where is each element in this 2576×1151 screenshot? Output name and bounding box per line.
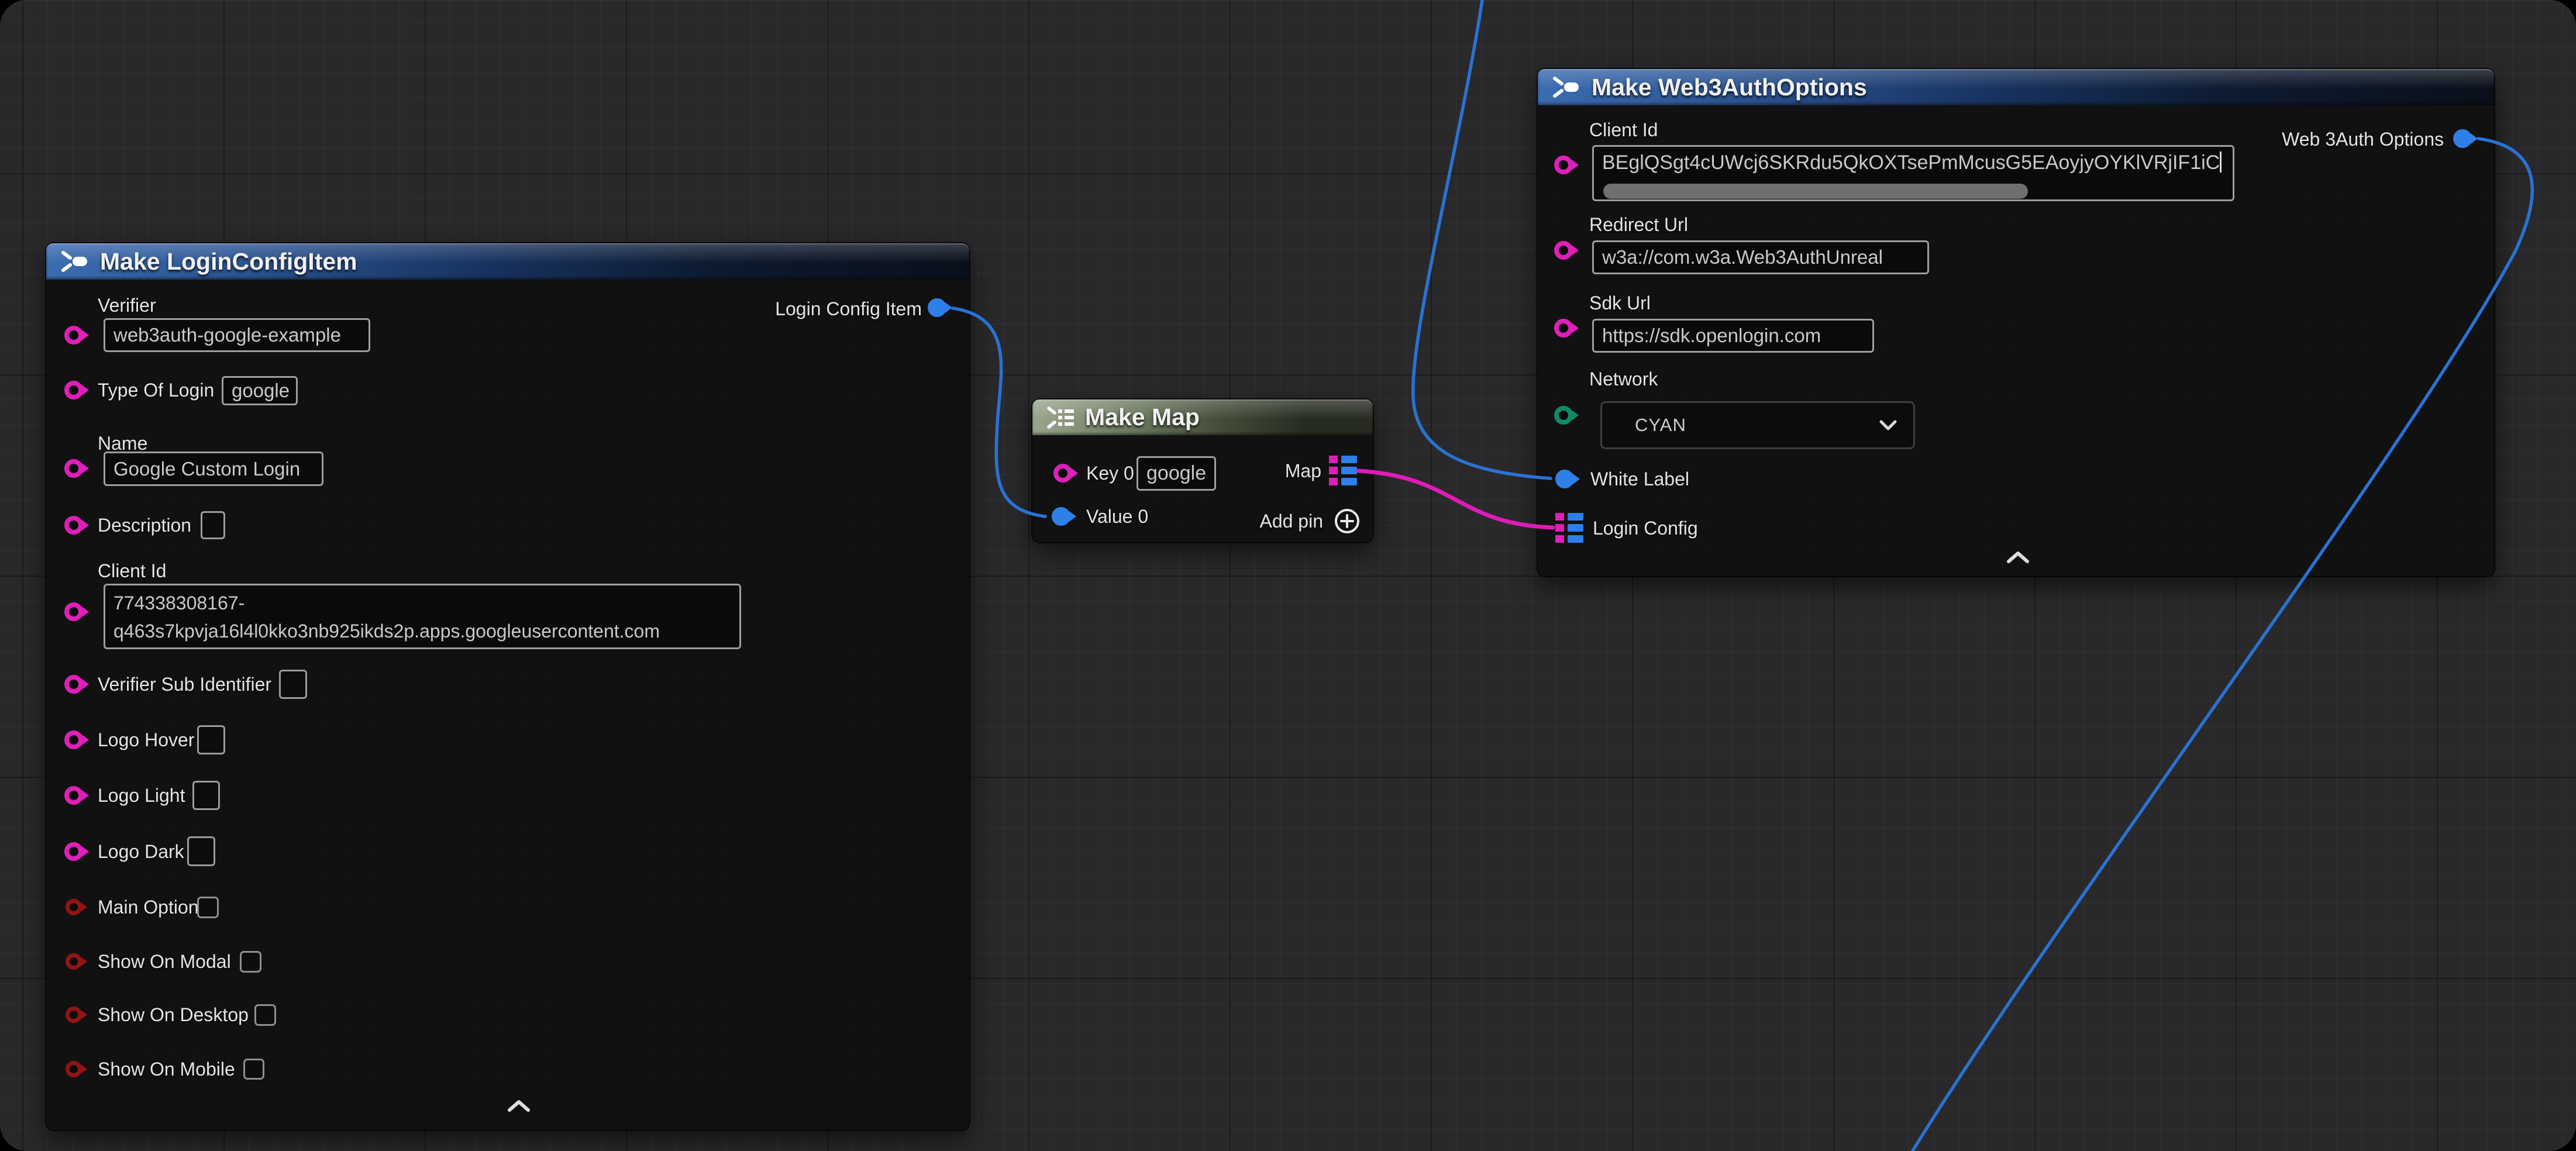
logo-light-input[interactable]	[192, 781, 220, 810]
input-pin-white-label[interactable]	[1555, 470, 1574, 488]
pin-label-client-id: Client Id	[1589, 118, 1658, 142]
node-make-web3auth-options[interactable]: Make Web3AuthOptions Web 3Auth Options C…	[1538, 69, 2494, 576]
blueprint-graph-canvas[interactable]: Make LoginConfigItem Login Config Item V…	[0, 0, 2576, 1151]
pin-label-key0: Key 0	[1086, 461, 1134, 485]
show-on-desktop-checkbox[interactable]	[254, 1004, 276, 1026]
input-pin-verifier-sub-identifier[interactable]	[64, 675, 83, 694]
pin-label-show-on-mobile: Show On Mobile	[98, 1057, 235, 1081]
client-id-line1: 774338308167-	[113, 589, 731, 617]
pin-label-logo-dark: Logo Dark	[98, 840, 184, 863]
pin-label-login-config-item: Login Config Item	[775, 297, 922, 321]
wire-offscreen-to-white-label[interactable]	[1413, 0, 1551, 478]
input-pin-client-id[interactable]	[1554, 156, 1573, 174]
node-make-login-config-item[interactable]: Make LoginConfigItem Login Config Item V…	[46, 243, 969, 1130]
input-pin-name[interactable]	[64, 459, 83, 478]
node-title: Make Web3AuthOptions	[1592, 74, 1867, 101]
pin-label-value0: Value 0	[1086, 505, 1148, 528]
input-pin-client-id[interactable]	[64, 602, 83, 621]
pin-label-login-config: Login Config	[1593, 516, 1698, 540]
input-pin-key0[interactable]	[1053, 464, 1072, 483]
pin-label-web3auth-options: Web 3Auth Options	[2282, 127, 2444, 151]
main-option-checkbox[interactable]	[197, 897, 219, 918]
input-pin-network[interactable]	[1554, 406, 1573, 425]
network-selected-value: CYAN	[1635, 415, 1686, 436]
network-dropdown[interactable]: CYAN	[1600, 401, 1915, 449]
pin-label-client-id: Client Id	[98, 559, 166, 583]
text-caret	[2220, 151, 2222, 173]
input-pin-show-on-desktop[interactable]	[66, 1007, 82, 1023]
pin-label-description: Description	[98, 514, 191, 537]
show-on-modal-checkbox[interactable]	[240, 951, 261, 973]
output-pin-login-config-item[interactable]	[928, 298, 946, 317]
description-input[interactable]	[201, 511, 225, 539]
add-pin-label[interactable]: Add pin	[1259, 509, 1323, 533]
wire-map-to-login-config[interactable]	[1358, 471, 1553, 528]
node-title: Make LoginConfigItem	[100, 248, 357, 275]
pin-label-network: Network	[1589, 367, 1658, 391]
node-make-map[interactable]: Make Map Key 0 google Map Value 0 Add pi…	[1032, 399, 1373, 542]
input-pin-redirect-url[interactable]	[1554, 241, 1573, 260]
pin-label-verifier: Verifier	[98, 294, 156, 317]
input-pin-show-on-mobile[interactable]	[66, 1061, 82, 1077]
client-id-line2: q463s7kpvja16l4l0kko3nb925ikds2p.apps.go…	[113, 617, 731, 645]
pin-label-white-label: White Label	[1590, 467, 1689, 491]
show-on-mobile-checkbox[interactable]	[243, 1059, 264, 1080]
logo-dark-input[interactable]	[187, 836, 215, 866]
verifier-input[interactable]: web3auth-google-example	[104, 318, 370, 352]
input-pin-sdk-url[interactable]	[1554, 319, 1573, 337]
pin-label-show-on-modal: Show On Modal	[98, 950, 231, 973]
pin-label-logo-hover: Logo Hover	[98, 728, 194, 752]
input-pin-logo-light[interactable]	[64, 786, 83, 805]
pin-label-show-on-desktop: Show On Desktop	[98, 1003, 249, 1026]
dropdown-chevron-icon	[1878, 419, 1898, 432]
pin-label-logo-light: Logo Light	[98, 784, 185, 807]
make-struct-icon	[59, 249, 88, 274]
client-id-scrollbar[interactable]	[1603, 184, 2028, 199]
node-title: Make Map	[1085, 404, 1200, 431]
input-pin-logo-dark[interactable]	[64, 842, 83, 861]
pin-label-type-of-login: Type Of Login	[98, 378, 214, 402]
client-id-value: BEglQSgt4cUWcj6SKRdu5QkOXTsePmMcusG5EAoy…	[1602, 151, 2220, 174]
output-pin-web3auth-options[interactable]	[2453, 129, 2472, 148]
key0-input[interactable]: google	[1137, 456, 1216, 491]
pin-label-main-option: Main Option	[98, 895, 199, 919]
pin-label-verifier-sub-identifier: Verifier Sub Identifier	[98, 673, 271, 696]
input-pin-login-config[interactable]	[1555, 513, 1583, 543]
input-pin-show-on-modal[interactable]	[66, 953, 82, 970]
input-pin-main-option[interactable]	[66, 899, 82, 915]
client-id-input[interactable]: 774338308167- q463s7kpvja16l4l0kko3nb925…	[104, 584, 741, 649]
sdk-url-input[interactable]: https://sdk.openlogin.com	[1592, 319, 1874, 353]
logo-hover-input[interactable]	[197, 725, 225, 754]
node-header-make-map[interactable]: Make Map	[1032, 399, 1373, 435]
add-pin-icon[interactable]	[1334, 508, 1361, 535]
pin-label-redirect-url: Redirect Url	[1589, 213, 1688, 236]
node-header-make-web3auth-options[interactable]: Make Web3AuthOptions	[1538, 69, 2494, 105]
output-pin-map[interactable]	[1329, 456, 1357, 485]
input-pin-description[interactable]	[64, 516, 83, 535]
pin-label-sdk-url: Sdk Url	[1589, 291, 1651, 315]
node-header-make-login-config-item[interactable]: Make LoginConfigItem	[46, 243, 969, 280]
collapse-chevron-icon[interactable]	[506, 1098, 532, 1114]
input-pin-logo-hover[interactable]	[64, 730, 83, 749]
make-map-icon	[1045, 405, 1076, 430]
input-pin-verifier[interactable]	[64, 326, 83, 344]
input-pin-type-of-login[interactable]	[64, 381, 83, 399]
type-of-login-input[interactable]: google	[222, 376, 298, 405]
collapse-chevron-icon[interactable]	[2005, 550, 2031, 565]
name-input[interactable]: Google Custom Login	[104, 452, 323, 486]
redirect-url-input[interactable]: w3a://com.w3a.Web3AuthUnreal	[1592, 240, 1929, 274]
input-pin-value0[interactable]	[1052, 507, 1070, 526]
verifier-sub-identifier-input[interactable]	[279, 670, 307, 699]
make-struct-icon	[1551, 74, 1580, 100]
pin-label-map: Map	[1285, 459, 1321, 483]
